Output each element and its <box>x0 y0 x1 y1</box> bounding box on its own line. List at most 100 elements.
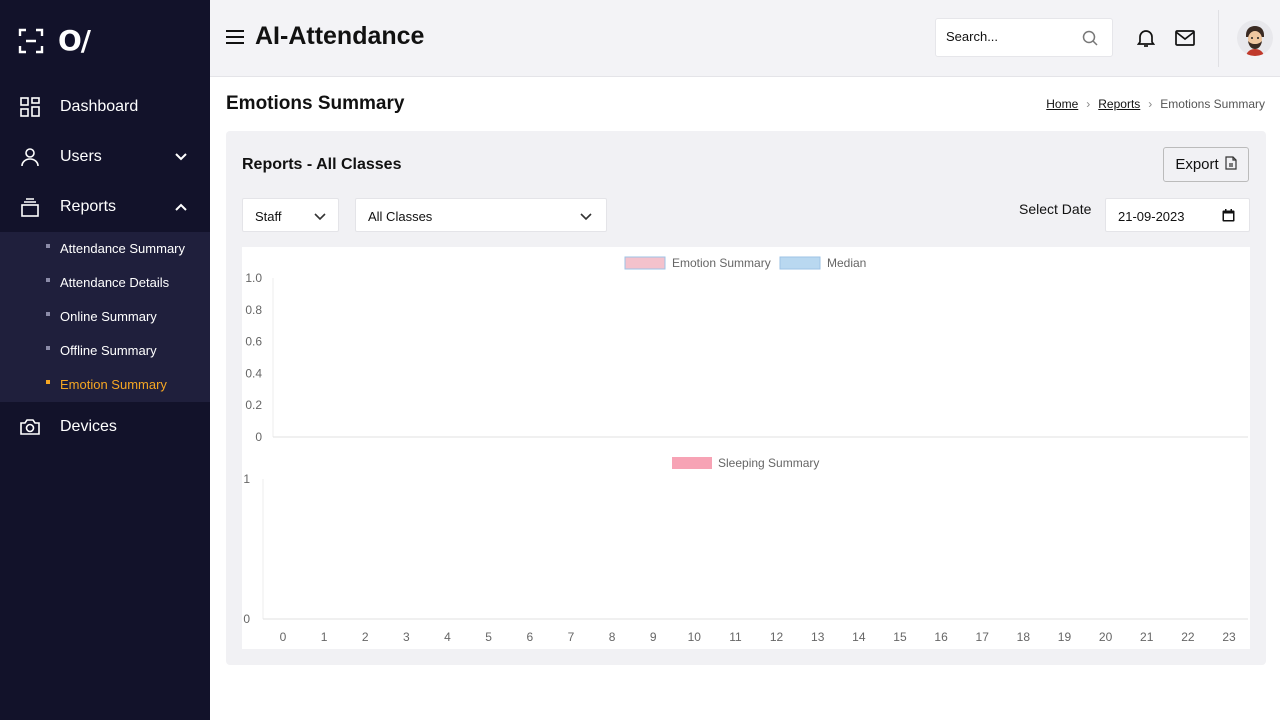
x-tick-label: 8 <box>609 630 616 644</box>
sidebar-item-label: Devices <box>60 418 117 435</box>
bullet <box>46 312 50 316</box>
reports-submenu: Attendance Summary Attendance Details On… <box>0 232 210 402</box>
hamburger-menu-icon[interactable] <box>226 30 244 44</box>
x-tick-label: 21 <box>1140 630 1154 644</box>
x-tick-label: 2 <box>362 630 369 644</box>
logo-text: O/ <box>58 24 91 57</box>
x-tick-label: 14 <box>852 630 866 644</box>
user-icon <box>20 147 40 167</box>
submenu-item-offline-summary[interactable]: Offline Summary <box>0 334 210 368</box>
scan-icon <box>18 28 44 54</box>
chevron-down-icon <box>580 210 592 222</box>
date-value: 21-09-2023 <box>1118 209 1185 224</box>
chevron-down-icon <box>314 210 326 222</box>
x-tick-label: 15 <box>893 630 907 644</box>
breadcrumb-separator-icon: › <box>1086 97 1091 111</box>
chevron-down-icon <box>174 150 188 164</box>
chart-area: 0 0.2 0.4 0.6 0.8 1.0 Emotion Summary Median 0 1 0… <box>242 247 1250 649</box>
file-icon <box>1225 155 1237 174</box>
x-tick-label: 20 <box>1099 630 1113 644</box>
submenu-item-label: Attendance Details <box>60 275 170 290</box>
sidebar-item-dashboard[interactable]: Dashboard <box>0 87 210 127</box>
search-box <box>935 18 1113 57</box>
x-tick-label: 7 <box>568 630 575 644</box>
legend-label: Median <box>827 256 866 270</box>
x-tick-label: 9 <box>650 630 657 644</box>
submenu-item-online-summary[interactable]: Online Summary <box>0 300 210 334</box>
camera-icon <box>20 417 40 437</box>
type-select-value: Staff <box>255 209 282 224</box>
calendar-icon[interactable] <box>1222 209 1235 222</box>
breadcrumb-reports[interactable]: Reports <box>1098 97 1140 111</box>
breadcrumb-current: Emotions Summary <box>1160 97 1265 111</box>
breadcrumb: Home › Reports › Emotions Summary <box>1046 97 1265 111</box>
stack-icon <box>20 197 40 217</box>
page-title: Emotions Summary <box>226 93 405 114</box>
date-input[interactable]: 21-09-2023 <box>1105 198 1250 232</box>
y-tick-label: 0 <box>255 430 262 444</box>
legend-label: Sleeping Summary <box>718 456 819 470</box>
y-tick-label: 1.0 <box>245 271 262 285</box>
sidebar-item-label: Users <box>60 148 102 165</box>
submenu-item-emotion-summary[interactable]: Emotion Summary <box>0 368 210 402</box>
x-tick-label: 4 <box>444 630 451 644</box>
class-select-value: All Classes <box>368 209 433 224</box>
legend-label: Emotion Summary <box>672 256 771 270</box>
select-date-label: Select Date <box>1019 201 1092 217</box>
sidebar-item-label: Reports <box>60 198 117 215</box>
sidebar-item-reports[interactable]: Reports <box>0 187 210 227</box>
x-tick-label: 6 <box>526 630 533 644</box>
x-tick-label: 22 <box>1181 630 1195 644</box>
sidebar-item-label: Dashboard <box>60 98 139 115</box>
submenu-item-label: Attendance Summary <box>60 241 186 256</box>
avatar[interactable] <box>1237 20 1273 56</box>
top-bar: AI-Attendance <box>210 0 1280 77</box>
class-select[interactable]: All Classes <box>355 198 607 232</box>
submenu-item-label: Offline Summary <box>60 343 157 358</box>
submenu-item-label: Online Summary <box>60 309 157 324</box>
y-tick-label: 0.6 <box>245 335 262 349</box>
bullet <box>46 278 50 282</box>
x-tick-label: 23 <box>1222 630 1236 644</box>
sidebar-item-users[interactable]: Users <box>0 137 210 177</box>
legend-swatch <box>624 256 666 270</box>
charts-svg: 00.20.40.60.81.0Emotion Summary Median010… <box>243 256 1248 644</box>
export-button[interactable]: Export <box>1163 147 1249 182</box>
card-title: Reports - All Classes <box>242 156 402 173</box>
logo[interactable]: O/ <box>18 24 91 57</box>
x-tick-label: 16 <box>934 630 948 644</box>
y-tick-label: 0.8 <box>245 303 262 317</box>
x-tick-label: 12 <box>770 630 784 644</box>
y-tick-label: 1 <box>243 472 250 486</box>
bullet <box>46 380 50 384</box>
report-card: Reports - All Classes Export Staff All C… <box>226 131 1266 665</box>
app-title: AI-Attendance <box>255 22 425 50</box>
breadcrumb-home[interactable]: Home <box>1046 97 1078 111</box>
legend-swatch <box>672 457 712 469</box>
submenu-item-attendance-details[interactable]: Attendance Details <box>0 266 210 300</box>
x-tick-label: 0 <box>280 630 287 644</box>
mail-icon[interactable] <box>1175 30 1195 46</box>
x-tick-label: 10 <box>688 630 702 644</box>
type-select[interactable]: Staff <box>242 198 339 232</box>
search-icon[interactable] <box>1082 30 1098 46</box>
x-tick-label: 17 <box>976 630 990 644</box>
sidebar: O/ Dashboard Users Reports Attendance Su… <box>0 0 210 720</box>
search-input[interactable] <box>946 29 1076 44</box>
breadcrumb-separator-icon: › <box>1148 97 1153 111</box>
x-tick-label: 18 <box>1017 630 1031 644</box>
legend-swatch <box>779 256 821 270</box>
x-tick-label: 13 <box>811 630 825 644</box>
y-tick-label: 0.4 <box>245 366 262 380</box>
x-tick-label: 5 <box>485 630 492 644</box>
divider <box>1218 10 1219 67</box>
x-tick-label: 1 <box>321 630 328 644</box>
submenu-item-label: Emotion Summary <box>60 377 167 392</box>
y-tick-label: 0 <box>243 612 250 626</box>
submenu-item-attendance-summary[interactable]: Attendance Summary <box>0 232 210 266</box>
sidebar-item-devices[interactable]: Devices <box>0 407 210 447</box>
y-tick-label: 0.2 <box>245 398 262 412</box>
bell-icon[interactable] <box>1136 28 1156 48</box>
bullet <box>46 346 50 350</box>
x-tick-label: 19 <box>1058 630 1072 644</box>
